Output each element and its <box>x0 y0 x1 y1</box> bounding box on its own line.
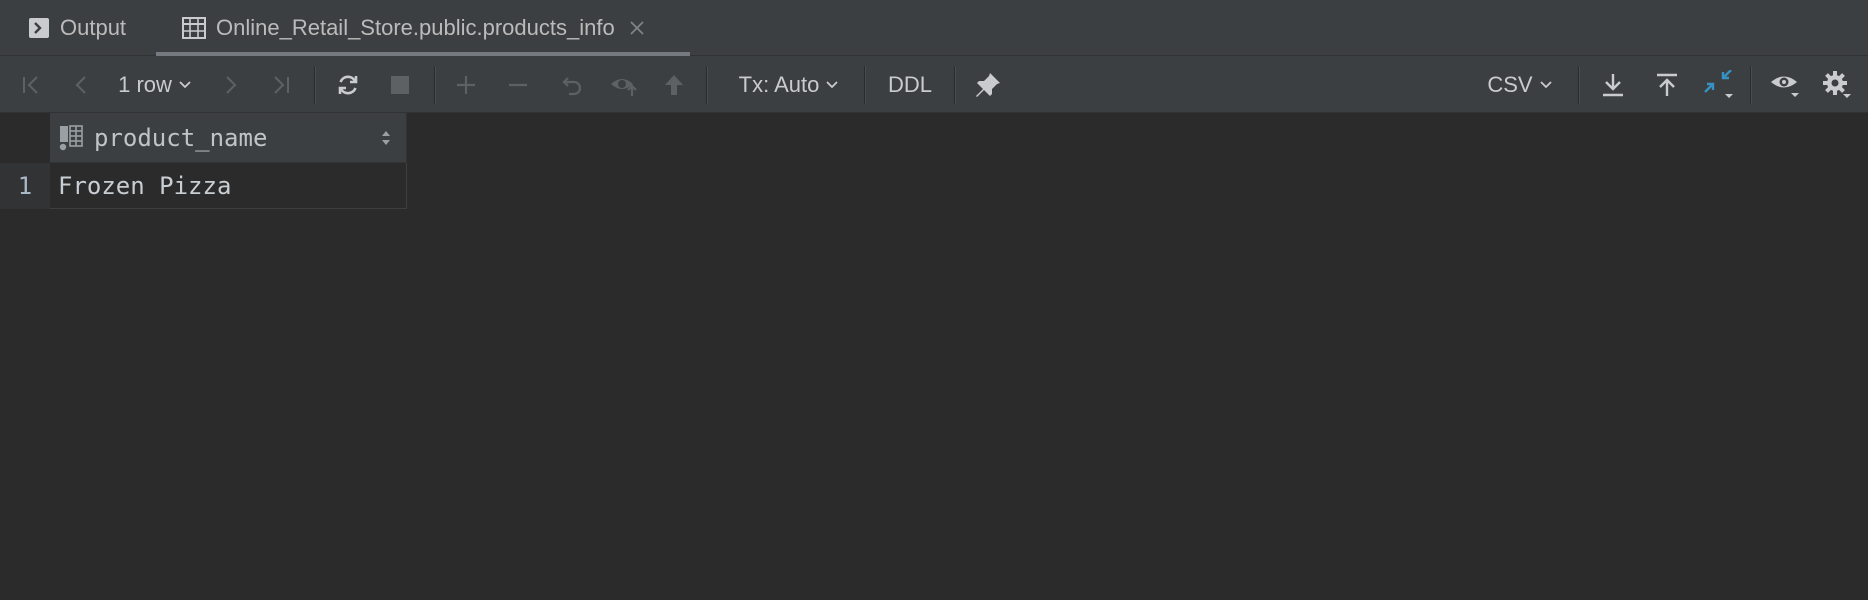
export-format-label: CSV <box>1487 71 1533 97</box>
row-count-dropdown[interactable]: 1 row <box>114 56 196 113</box>
first-page-button[interactable] <box>16 56 46 113</box>
ddl-button[interactable]: DDL <box>884 56 936 113</box>
row-count-label: 1 row <box>118 71 172 97</box>
chevron-down-icon <box>178 80 192 90</box>
column-key-icon <box>58 124 86 152</box>
pin-tab-button[interactable] <box>970 56 1006 113</box>
eye-upload-icon <box>609 72 639 98</box>
close-icon[interactable] <box>629 20 645 36</box>
export-format-dropdown[interactable]: CSV <box>1484 56 1556 113</box>
preview-pending-changes-button[interactable] <box>606 56 642 113</box>
ddl-label: DDL <box>887 71 932 97</box>
toolbar-separator <box>434 66 436 104</box>
tab-products-info[interactable]: Online_Retail_Store.public.products_info <box>182 0 649 56</box>
pin-icon <box>974 71 1002 99</box>
revert-button[interactable] <box>556 56 588 113</box>
data-editor-panel: Output Online_Retail_Store.public.produc… <box>0 0 1868 600</box>
row-number[interactable]: 1 <box>0 163 50 209</box>
column-header-product-name[interactable]: product_name <box>50 113 407 163</box>
settings-button[interactable] <box>1818 56 1856 113</box>
chevron-down-icon <box>825 80 839 90</box>
import-button[interactable] <box>1650 56 1684 113</box>
toolbar: 1 row Tx: Auto DDL CSV <box>0 56 1868 113</box>
export-button[interactable] <box>1596 56 1630 113</box>
stop-icon <box>390 75 410 95</box>
submit-button[interactable] <box>658 56 690 113</box>
console-icon <box>28 17 50 39</box>
download-icon <box>1601 72 1625 98</box>
tab-products-info-label: Online_Retail_Store.public.products_info <box>216 15 615 40</box>
tab-output-label: Output <box>60 15 127 40</box>
minus-icon <box>507 74 529 96</box>
stop-button[interactable] <box>384 56 416 113</box>
toolbar-separator <box>1578 66 1580 104</box>
upload-icon <box>1655 72 1679 98</box>
chevron-down-icon <box>1539 80 1553 90</box>
column-header-label: product_name <box>94 123 268 152</box>
eye-icon <box>1769 71 1801 99</box>
compare-button[interactable] <box>1700 56 1738 113</box>
undo-icon <box>560 73 584 97</box>
tx-mode-label: Tx: Auto <box>738 71 820 97</box>
tab-bar: Output Online_Retail_Store.public.produc… <box>0 0 1868 56</box>
table-cell-product-name[interactable]: Frozen Pizza <box>50 163 407 209</box>
plus-icon <box>455 74 477 96</box>
arrow-up-icon <box>663 73 685 97</box>
view-options-button[interactable] <box>1766 56 1804 113</box>
toolbar-separator <box>706 66 708 104</box>
compare-arrows-icon <box>1703 69 1735 100</box>
chevron-right-icon <box>220 74 242 96</box>
last-page-icon <box>270 74 292 96</box>
previous-page-button[interactable] <box>66 56 96 113</box>
tab-output[interactable]: Output <box>28 0 126 56</box>
first-page-icon <box>20 74 42 96</box>
toolbar-separator <box>314 66 316 104</box>
refresh-icon <box>335 72 361 98</box>
add-row-button[interactable] <box>450 56 482 113</box>
toolbar-separator <box>864 66 866 104</box>
gear-icon <box>1821 70 1853 100</box>
grid-corner <box>0 113 50 163</box>
delete-row-button[interactable] <box>502 56 534 113</box>
refresh-button[interactable] <box>332 56 364 113</box>
table-icon <box>182 17 206 39</box>
last-page-button[interactable] <box>266 56 296 113</box>
tx-mode-dropdown[interactable]: Tx: Auto <box>734 56 844 113</box>
chevron-left-icon <box>70 74 92 96</box>
sort-icon[interactable] <box>380 129 392 147</box>
next-page-button[interactable] <box>216 56 246 113</box>
toolbar-separator <box>954 66 956 104</box>
toolbar-separator <box>1750 66 1752 104</box>
